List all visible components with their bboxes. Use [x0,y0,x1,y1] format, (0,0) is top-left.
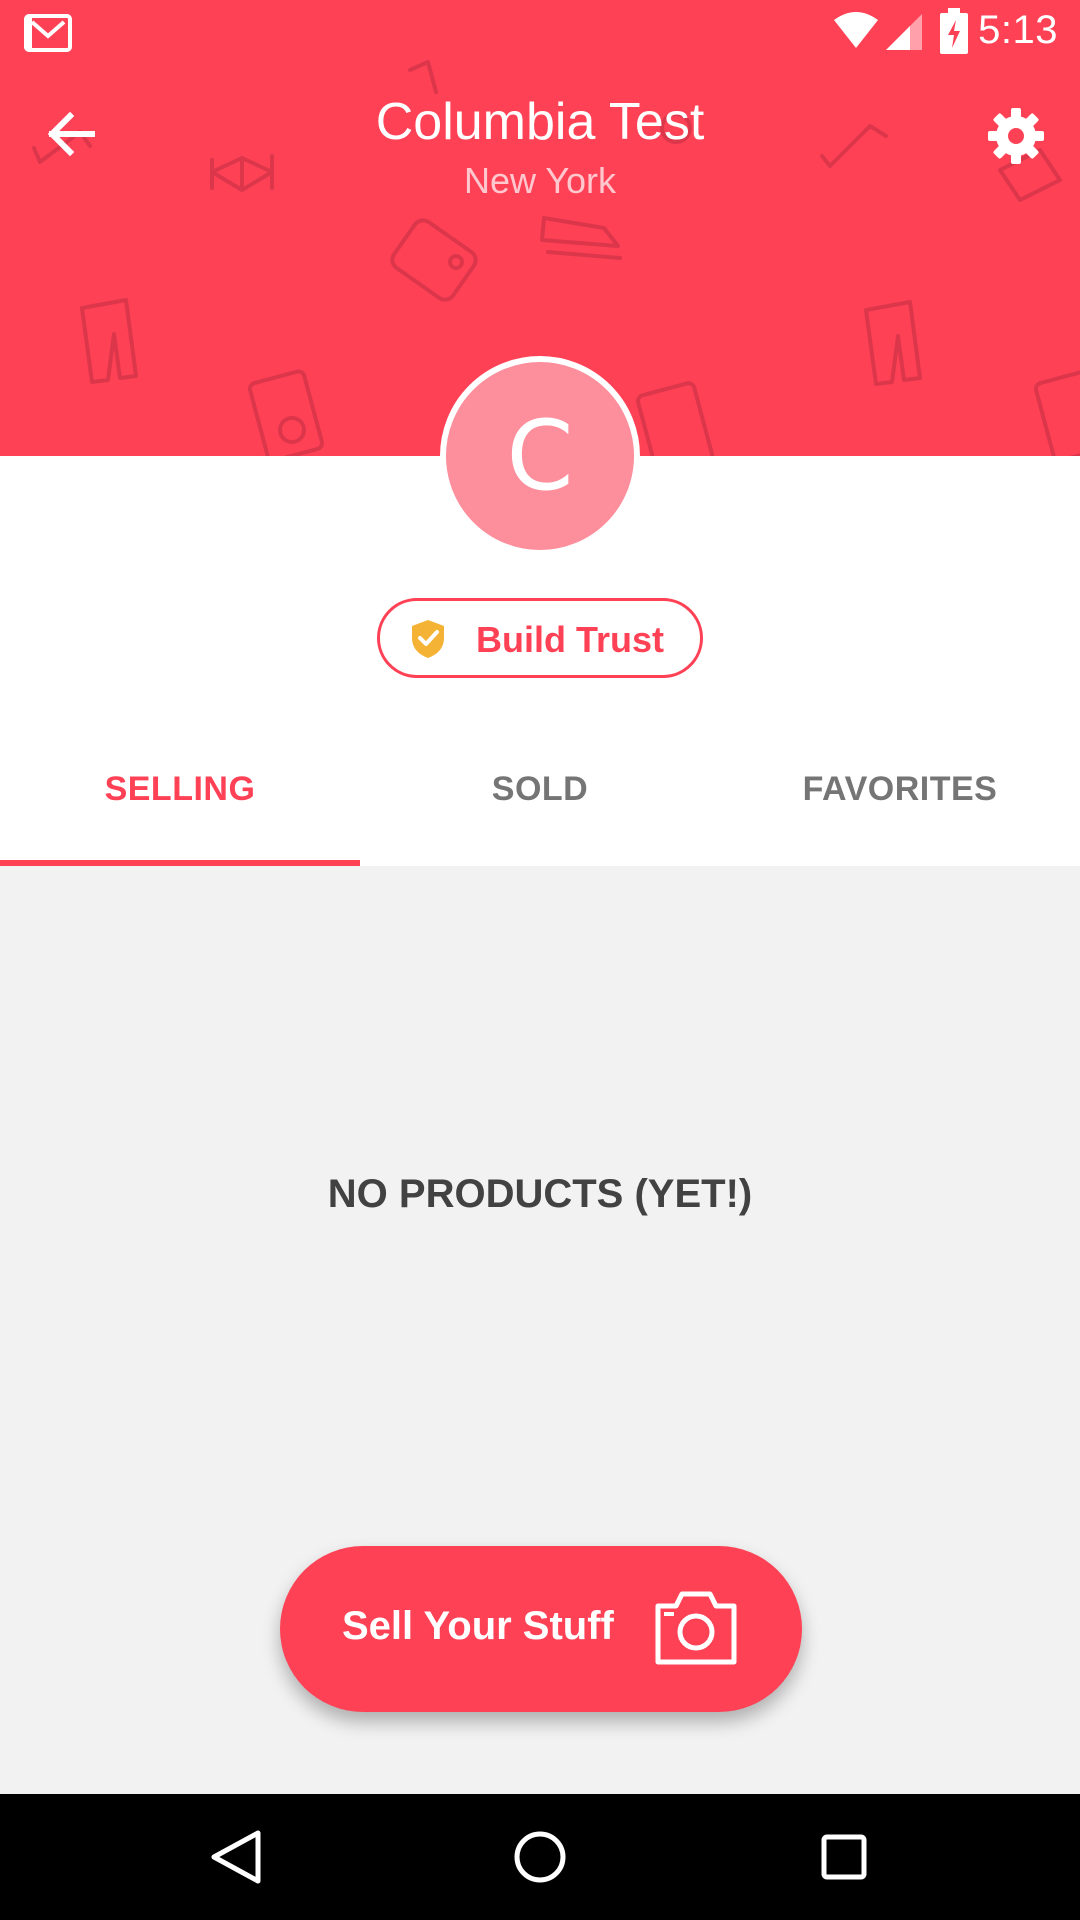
build-trust-button[interactable]: Build Trust [377,598,703,678]
battery-charging-icon [940,8,968,54]
tab-selling[interactable]: SELLING [0,770,360,809]
avatar[interactable]: C [440,356,640,556]
tab-sold[interactable]: SOLD [360,770,720,809]
build-trust-label: Build Trust [476,619,664,660]
square-recents-icon[interactable] [814,1827,874,1887]
profile-location: New York [463,160,617,201]
tab-favorites[interactable]: FAVORITES [720,770,1080,809]
system-navigation-bar [0,1794,1080,1920]
status-time: 5:13 [978,8,1058,52]
camera-icon [655,1591,737,1665]
status-bar: 5:13 [0,0,1080,63]
wifi-icon [834,12,878,48]
sell-your-stuff-button[interactable]: Sell Your Stuff [280,1546,802,1712]
cell-signal-icon [886,14,922,50]
empty-state-message: NO PRODUCTS (YET!) [327,1172,753,1216]
profile-name: Columbia Test [375,93,705,151]
circle-home-icon[interactable] [510,1827,570,1887]
shield-check-icon [412,620,444,658]
profile-tabs: SELLING SOLD FAVORITES [0,740,1080,866]
gmail-icon [24,14,72,52]
triangle-back-icon[interactable] [206,1827,266,1887]
sell-button-label: Sell Your Stuff [342,1604,614,1648]
gear-icon[interactable] [984,104,1048,168]
